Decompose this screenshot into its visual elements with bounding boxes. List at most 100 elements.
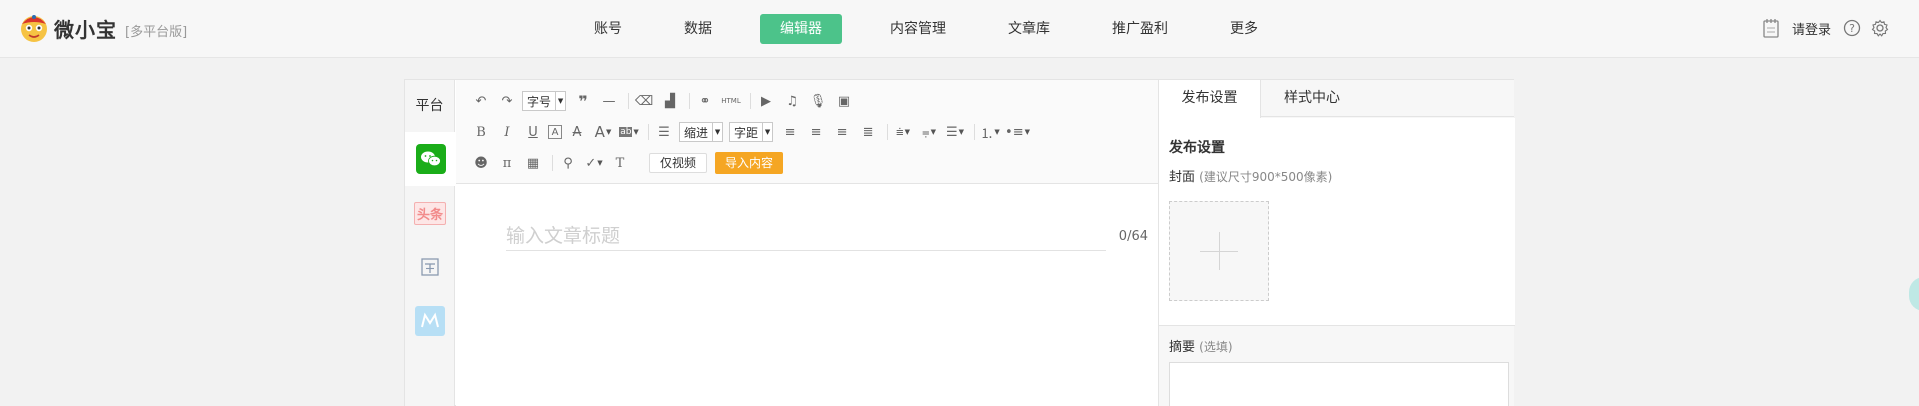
chevron-down-icon: ▼ [762,123,772,141]
editor-toolbar: ↶ ↷ 字号 ▼ ❞ — ⌫ ▟ ⚭ HTML ▶ ♫ 🎙 ▣ B I U A A… [456,80,1158,184]
align-center-icon[interactable]: ≡ [805,121,827,143]
nav-data[interactable]: 数据 [670,14,726,44]
toutiao-icon: 头条 [413,201,446,225]
blockquote-icon[interactable]: ❞ [572,90,594,112]
video-only-button[interactable]: 仅视频 [649,153,708,173]
text-format-icon[interactable]: T [609,152,631,174]
formula-icon[interactable]: π [496,152,518,174]
nav-content-management[interactable]: 内容管理 [876,14,960,44]
nav-article-library[interactable]: 文章库 [994,14,1064,44]
align-justify-icon[interactable]: ≣ [857,121,879,143]
toolbar-divider [689,93,691,109]
import-content-button[interactable]: 导入内容 [715,152,784,174]
cover-label: 封面 (建议尺寸900*500像素) [1169,166,1332,185]
logo-text: 微小宝 [54,17,117,42]
italic-icon[interactable]: I [496,121,518,143]
editor-canvas[interactable]: 0/64 [456,185,1158,406]
spacing-select[interactable]: 字距 ▼ [729,122,774,142]
horizontal-rule-icon[interactable]: — [598,90,620,112]
publish-settings-panel: 发布设置 封面 (建议尺寸900*500像素) [1159,118,1515,326]
spacing-label: 字距 [734,125,759,140]
publish-settings-heading: 发布设置 [1169,140,1225,156]
platform-toutiao[interactable]: 头条 [405,186,455,240]
align-right-icon[interactable]: ≡ [831,121,853,143]
article-title-input[interactable] [506,221,1106,251]
summary-textarea[interactable] [1169,362,1509,406]
indent-label: 缩进 [684,125,709,140]
main-nav: 账号 数据 编辑器 内容管理 文章库 推广盈利 更多 [580,14,1306,44]
platform-title: 平台 [415,98,444,114]
font-size-label: 字号 [527,94,552,109]
header-actions: 请登录 ? [1760,17,1891,39]
baijia-icon [417,254,443,280]
search-replace-icon[interactable]: ⚲ [557,152,579,174]
login-link[interactable]: 请登录 [1792,19,1831,38]
font-color-icon[interactable]: A ▼ [592,121,614,143]
eraser-icon[interactable]: ⌫ [633,90,655,112]
top-header: 微小宝 [多平台版] 账号 数据 编辑器 内容管理 文章库 推广盈利 更多 请登… [0,0,1919,58]
nav-editor[interactable]: 编辑器 [760,14,842,44]
music-icon[interactable]: ♫ [781,90,803,112]
nav-promotion[interactable]: 推广盈利 [1098,14,1182,44]
summary-label-text: 摘要 [1169,340,1196,355]
chevron-down-icon: ▼ [555,92,565,110]
settings-tabs: 发布设置 样式中心 [1159,80,1514,118]
toolbar-divider [628,93,630,109]
settings-gear-icon[interactable] [1869,17,1891,39]
nav-more[interactable]: 更多 [1216,14,1272,44]
floating-side-button[interactable] [1909,277,1919,311]
ordered-list-icon[interactable]: ⒈ ▼ [979,121,1001,143]
toolbar-row-2: B I U A A A ▼ ab ▼ ☰ 缩进 ▼ 字距 ▼ ≡ ≡ ≡ ≣ ⩧ ▼ ⩦ ▼… [470,120,1034,144]
html-button[interactable]: HTML [720,90,742,112]
settings-panel: 发布设置 样式中心 发布设置 封面 (建议尺寸900*500像素) 摘要 (选填… [1158,80,1515,406]
platform-baijia[interactable] [405,240,455,294]
toolbar-divider [887,124,889,140]
cover-label-text: 封面 [1169,170,1196,185]
undo-icon[interactable]: ↶ [470,90,492,112]
paragraph-spacing-bottom-icon[interactable]: ⩦ ▼ [918,121,940,143]
unordered-list-icon[interactable]: •≡ ▼ [1005,121,1030,143]
border-text-icon[interactable]: A [548,125,562,139]
bold-icon[interactable]: B [470,121,492,143]
logo[interactable]: 微小宝 [多平台版] [18,12,187,44]
notes-icon[interactable] [1760,17,1782,39]
microphone-icon[interactable]: 🎙 [807,90,829,112]
toolbar-row-1: ↶ ↷ 字号 ▼ ❞ — ⌫ ▟ ⚭ HTML ▶ ♫ 🎙 ▣ [470,89,859,113]
format-painter-icon[interactable]: ▟ [659,90,681,112]
background-color-icon[interactable]: ab ▼ [618,121,640,143]
tab-publish-settings[interactable]: 发布设置 [1159,80,1261,118]
toolbar-divider [750,93,752,109]
outdent-icon[interactable]: ☰ [653,121,675,143]
toolbar-row-3: ☻ π ▦ ⚲ ✓ ▼ T 仅视频 导入内容 [470,151,784,175]
platform-sidebar: 平台 头条 [405,80,456,406]
paragraph-spacing-top-icon[interactable]: ⩧ ▼ [892,121,914,143]
platform-wechat[interactable] [405,132,456,186]
title-char-count: 0/64 [1118,229,1148,244]
tab-style-center[interactable]: 样式中心 [1261,80,1363,116]
line-height-icon[interactable]: ☰ ▼ [944,121,966,143]
emoji-icon[interactable]: ☻ [470,152,492,174]
video-icon[interactable]: ▶ [755,90,777,112]
table-icon[interactable]: ▦ [522,152,544,174]
help-icon[interactable]: ? [1841,17,1863,39]
image-icon[interactable]: ▣ [833,90,855,112]
cover-size-hint: (建议尺寸900*500像素) [1199,170,1333,184]
summary-optional-hint: (选填) [1199,340,1233,354]
nav-account[interactable]: 账号 [580,14,636,44]
strikethrough-icon[interactable]: A [566,121,588,143]
font-size-select[interactable]: 字号 ▼ [522,91,567,111]
cover-upload-button[interactable] [1169,201,1269,301]
platform-m[interactable] [405,294,455,348]
underline-icon[interactable]: U [522,121,544,143]
redo-icon[interactable]: ↷ [496,90,518,112]
align-left-icon[interactable]: ≡ [779,121,801,143]
indent-select[interactable]: 缩进 ▼ [679,122,724,142]
toolbar-divider [648,124,649,140]
wechat-icon [415,144,446,174]
spellcheck-icon[interactable]: ✓ ▼ [583,152,605,174]
toolbar-divider [974,124,976,140]
chevron-down-icon: ▼ [712,123,722,141]
toolbar-divider [552,155,553,171]
link-icon[interactable]: ⚭ [694,90,716,112]
edition-label: [多平台版] [125,24,188,40]
